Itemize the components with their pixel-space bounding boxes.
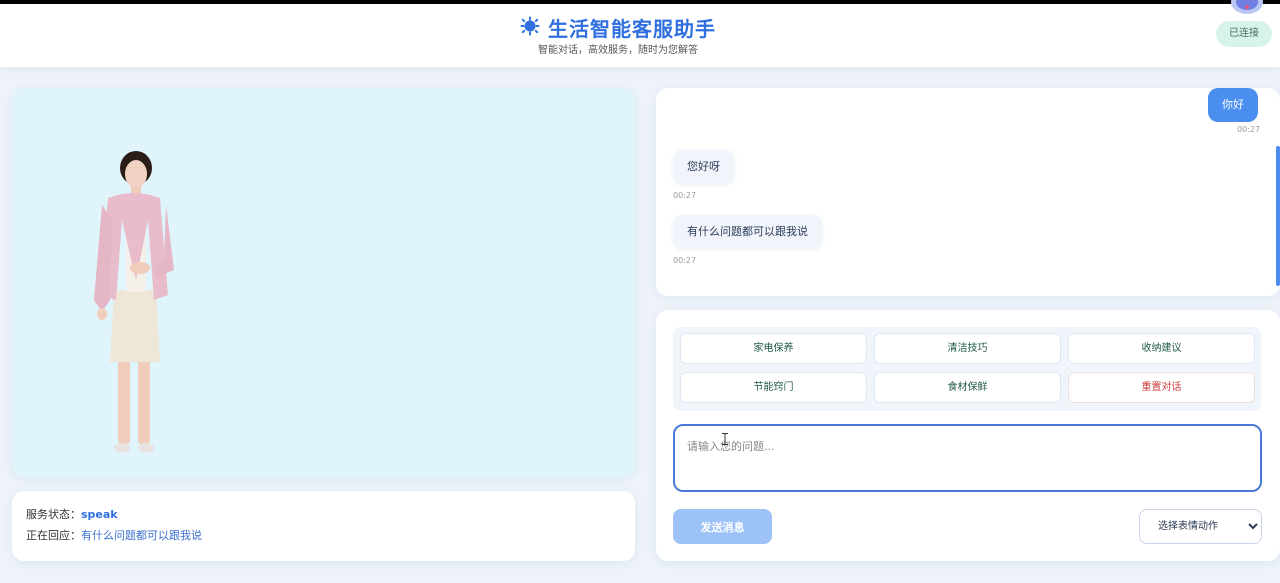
service-state-value: speak [81,508,118,521]
quick-action-energy-saving[interactable]: 节能窍门 [680,372,867,403]
title-row: 生活智能客服助手 [0,13,1236,42]
chat-scrollbar[interactable] [1276,146,1280,286]
quick-action-cleaning-tips[interactable]: 清洁技巧 [874,333,1061,364]
chat-history-panel[interactable]: 你好 00:27 您好呀 00:27 有什么问题都可以跟我说 00:27 [656,88,1280,296]
message-timestamp: 00:27 [673,191,697,200]
gear-sun-icon [520,16,540,40]
page-title: 生活智能客服助手 [548,17,716,41]
chat-message-user: 你好 [1208,88,1258,122]
emote-action-select[interactable]: 选择表情动作 [1139,509,1262,544]
chat-message-bot: 有什么问题都可以跟我说 [673,215,822,249]
robot-icon[interactable] [1228,0,1266,20]
quick-action-appliance-care[interactable]: 家电保养 [680,333,867,364]
service-status-panel: 服务状态：speak 正在回应：有什么问题都可以跟我说 [12,491,635,561]
chat-message-bot: 您好呀 [673,150,734,184]
responding-label: 正在回应： [26,529,81,542]
service-state-label: 服务状态： [26,508,81,521]
text-cursor-icon [722,430,728,445]
send-message-button[interactable]: 发送消息 [673,509,772,544]
reset-conversation-button[interactable]: 重置对话 [1068,372,1255,403]
service-state-line: 服务状态：speak [26,506,118,522]
quick-action-storage-advice[interactable]: 收纳建议 [1068,333,1255,364]
page-subtitle: 智能对话，高效服务，随时为您解答 [538,45,698,56]
app-header: 生活智能客服助手 智能对话，高效服务，随时为您解答 已连接 [0,0,1280,67]
message-timestamp: 00:27 [673,256,697,265]
message-timestamp: 00:27 [1237,125,1261,134]
quick-action-food-preservation[interactable]: 食材保鲜 [874,372,1061,403]
virtual-agent-figure [94,150,174,460]
digital-human-video-panel [12,88,635,477]
connection-status-badge: 已连接 [1216,21,1272,47]
quick-actions-grid: 家电保养 清洁技巧 收纳建议 节能窍门 食材保鲜 重置对话 [673,327,1261,411]
chat-control-panel: 家电保养 清洁技巧 收纳建议 节能窍门 食材保鲜 重置对话 发送消息 选择表情动… [656,310,1280,561]
responding-line: 正在回应：有什么问题都可以跟我说 [26,527,202,543]
message-input[interactable] [673,424,1262,492]
responding-value: 有什么问题都可以跟我说 [81,529,202,542]
